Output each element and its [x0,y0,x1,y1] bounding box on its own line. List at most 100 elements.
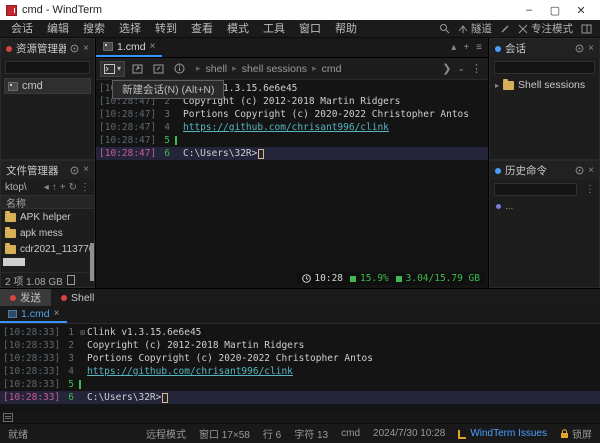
workspace: 资源管理器 × cmd 文件管理器 × [0,38,600,288]
bottom-footer [0,411,600,423]
status-shell-type[interactable]: cmd [341,428,360,439]
timestamp: [10:28:47] [96,109,154,120]
partial-file-row[interactable] [3,258,25,266]
sessions-close-icon[interactable]: × [588,44,594,54]
status-line[interactable]: 行 6 [263,426,281,441]
explorer-filter-input[interactable] [5,61,90,74]
send-tab-label: 发送 [20,290,41,305]
breadcrumb-root[interactable]: shell [206,63,228,75]
explorer-item-cmd[interactable]: cmd [4,78,91,94]
path-text[interactable]: ktop\ [5,182,27,193]
status-char[interactable]: 字符 13 [294,426,328,441]
windterm-issues-link[interactable]: WindTerm Issues [458,428,547,439]
note-icon[interactable] [3,413,13,422]
text-cursor [162,393,168,403]
clock-badge: 10:28 [302,273,343,284]
sessions-target-icon[interactable] [575,44,584,53]
main-terminal[interactable]: [10:28:47] 1 Clink v1.3.15.6e6e45 [10:28… [96,80,488,288]
toolbar-more-icon[interactable]: ⋮ [471,62,482,75]
menu-help[interactable]: 帮助 [328,20,364,38]
file-row[interactable]: APK helper [1,209,94,225]
menu-window[interactable]: 窗口 [292,20,328,38]
status-window-size[interactable]: 窗口 17×58 [199,426,250,441]
tree-item-shell-sessions[interactable]: ▸ Shell sessions [490,76,599,94]
refresh-icon[interactable]: ↻ [69,182,77,193]
close-button[interactable]: ✕ [568,1,594,19]
bottom-terminal[interactable]: [10:28:33] 1 ⊞ Clink v1.3.15.6e6e45 [10:… [0,324,600,411]
history-header: 历史命令 × [490,161,599,180]
add-folder-icon[interactable]: + [60,182,66,193]
up-icon[interactable]: ↑ [52,182,57,193]
maximize-button[interactable]: ▢ [542,1,568,19]
pen-icon[interactable] [500,24,510,34]
history-close-icon[interactable]: × [588,166,594,176]
folder-name: APK helper [20,212,71,223]
timestamp: [10:28:47] [96,135,154,146]
more-icon[interactable]: ⋮ [80,182,90,193]
minimize-button[interactable]: – [516,1,542,19]
cmd-file-icon [8,310,17,318]
search-icon[interactable] [439,23,450,34]
explorer-target-icon[interactable] [70,44,79,53]
file-list-scrollbar[interactable] [90,243,94,281]
duplicate-session-icon[interactable] [150,62,167,76]
menu-search[interactable]: 搜索 [76,20,112,38]
tree-expand-icon[interactable]: ▸ [495,81,499,90]
menu-edit[interactable]: 编辑 [40,20,76,38]
subtab-label: 1.cmd [21,308,50,320]
left-sidebar: 资源管理器 × cmd 文件管理器 × [0,38,96,288]
tab-send[interactable]: 发送 [0,289,51,306]
name-column-header[interactable]: 名称 [1,195,94,209]
folder-name: apk mess [20,228,63,239]
subtab-1cmd[interactable]: 1.cmd × [0,306,67,323]
menu-view[interactable]: 查看 [184,20,220,38]
breadcrumb-leaf[interactable]: cmd [322,63,342,75]
focus-mode-button[interactable]: 专注模式 [518,21,573,36]
new-session-button[interactable]: ▾ [100,61,125,77]
explorer-close-icon[interactable]: × [83,44,89,54]
fold-icon[interactable]: ⊞ [78,328,87,337]
breadcrumb-group[interactable]: shell sessions [242,63,307,75]
back-icon[interactable]: ◂ [44,182,49,193]
file-row[interactable]: apk mess [1,225,94,241]
tab-1cmd[interactable]: 1.cmd × [96,38,162,57]
history-target-icon[interactable] [575,166,584,175]
tab-menu-icon[interactable]: ≡ [476,42,482,53]
open-session-icon[interactable] [129,62,146,76]
menu-session[interactable]: 会话 [4,20,40,38]
tunnel-icon [458,24,468,34]
tab-shell[interactable]: Shell [51,289,104,306]
sessions-filter-input[interactable] [494,61,595,74]
info-icon[interactable] [171,61,188,76]
terminal-line: [10:28:33] 4 https://github.com/chrisant… [0,365,600,378]
menu-mode[interactable]: 模式 [220,20,256,38]
new-tab-icon[interactable]: + [463,42,469,53]
tunnel-button[interactable]: 隧道 [458,21,492,36]
lock-screen-button[interactable]: 锁屏 [560,426,592,441]
timestamp: [10:28:33] [0,379,58,390]
menu-tools[interactable]: 工具 [256,20,292,38]
terminal-link[interactable]: https://github.com/chrisant996/clink [183,122,389,133]
history-item[interactable]: ... [490,198,599,215]
status-mode[interactable]: 远程模式 [146,426,186,441]
menu-select[interactable]: 选择 [112,20,148,38]
issues-icon [458,429,467,439]
pin-tab-icon[interactable]: ▴ [451,42,456,53]
new-session-tooltip: 新建会话(N) (Alt+N) [112,80,224,99]
file-manager-target-icon[interactable] [70,166,79,175]
tab-close-icon[interactable]: × [150,41,156,52]
file-manager-panel: 文件管理器 × ktop\ ◂ ↑ + ↻ ⋮ [0,160,95,288]
terminal-text: Portions Copyright (c) 2020-2022 Christo… [87,353,373,364]
terminal-link[interactable]: https://github.com/chrisant996/clink [87,366,293,377]
menu-goto[interactable]: 转到 [148,20,184,38]
layout-icon[interactable] [581,24,592,34]
expand-icon[interactable]: ⌄ [457,63,465,74]
history-filter-input[interactable] [494,183,577,196]
run-icon[interactable]: ❯ [442,62,451,75]
history-more-icon[interactable]: ⋮ [581,184,599,195]
subtab-close-icon[interactable]: × [54,308,60,319]
shell-tab-label: Shell [71,292,94,304]
file-manager-close-icon[interactable]: × [83,165,89,175]
file-row[interactable]: cdr2021_113776 [1,241,94,257]
folder-icon [5,213,16,222]
